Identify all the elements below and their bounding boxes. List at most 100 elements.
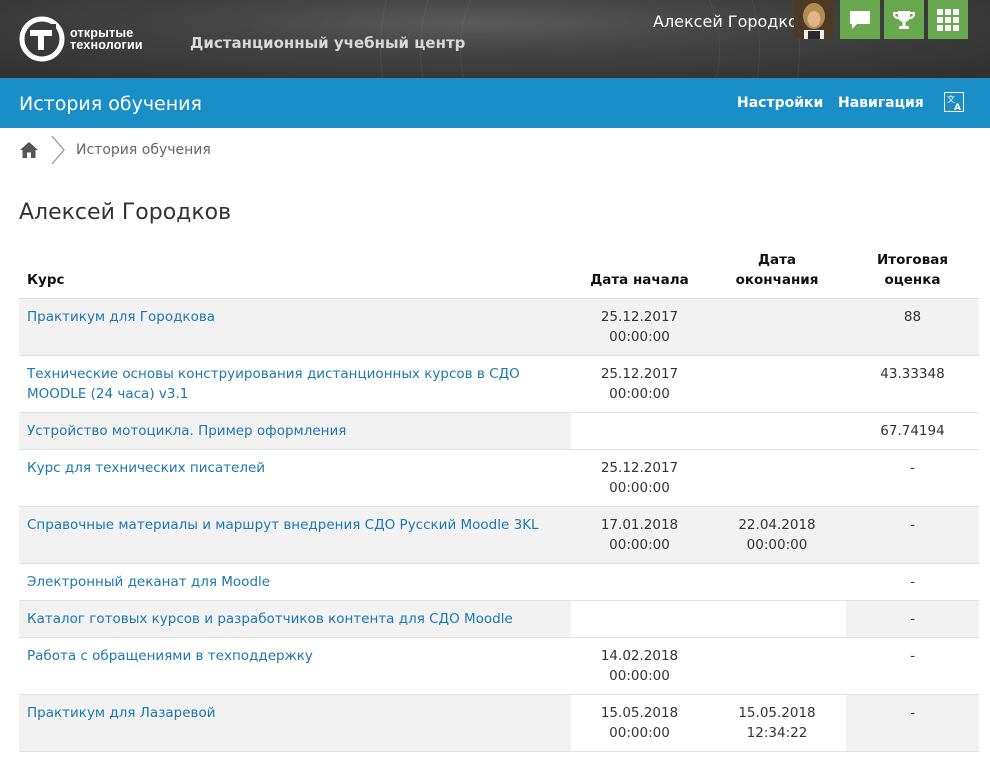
course-link[interactable]: Курс для технических писателей	[27, 460, 265, 476]
start-date-cell	[571, 563, 708, 601]
column-header-end-date[interactable]: Дата окончания	[708, 246, 846, 299]
message-icon	[850, 10, 870, 29]
apps-button[interactable]	[928, 0, 968, 39]
grade-cell: -	[846, 600, 979, 638]
start-date-cell-date: 15.05.2018	[600, 705, 679, 721]
course-cell: Практикум для Городкова	[19, 298, 571, 356]
column-header-course[interactable]: Курс	[19, 246, 571, 299]
end-date-cell-date: 22.04.2018	[738, 517, 816, 533]
start-date-cell: 25.12.2017 00:00:00	[571, 298, 708, 356]
grade-cell: -	[846, 563, 979, 601]
course-cell: Справочные материалы и маршрут внедрения…	[19, 506, 571, 564]
logo-icon	[19, 16, 65, 62]
table-row: Практикум для Городкова 25.12.2017 00:00:0…	[19, 298, 979, 356]
grade-cell: -	[846, 449, 979, 507]
start-date-cell-time: 00:00:00	[609, 668, 670, 684]
end-date-cell: 22.04.2018 00:00:00	[708, 506, 846, 564]
table-row: Работа с обращениями в техподдержку 14.02…	[19, 637, 979, 695]
svg-text:A: A	[954, 103, 961, 112]
grade-cell: -	[846, 694, 979, 752]
home-icon[interactable]	[19, 140, 39, 160]
site-logo[interactable]: открытые технологии	[18, 14, 158, 64]
start-date-cell: 15.05.2018 00:00:00	[571, 694, 708, 752]
course-cell: Работа с обращениями в техподдержку	[19, 637, 571, 695]
column-header-start-date[interactable]: Дата начала	[571, 246, 708, 299]
course-link[interactable]: Каталог готовых курсов и разработчиков к…	[27, 611, 513, 627]
breadcrumb-current: История обучения	[76, 142, 211, 158]
start-date-cell: 17.01.2018 00:00:00	[571, 506, 708, 564]
course-link[interactable]: Технические основы конструирования диста…	[27, 366, 520, 402]
table-row: Технические основы конструирования диста…	[19, 355, 979, 413]
page-heading: История обучения	[19, 93, 202, 115]
end-date-cell	[708, 449, 846, 507]
start-date-cell-time: 00:00:00	[609, 386, 670, 402]
user-fullname-heading: Алексей Городков	[19, 200, 232, 225]
course-cell: Курс для технических писателей	[19, 449, 571, 507]
table-row: Курс для технических писателей 25.12.2017…	[19, 449, 979, 507]
table-header-row: Курс Дата начала Дата окончания Итоговая…	[19, 246, 979, 299]
course-cell: Каталог готовых курсов и разработчиков к…	[19, 600, 571, 638]
table-row: Справочные материалы и маршрут внедрения…	[19, 506, 979, 564]
avatar-image	[794, 0, 834, 39]
site-header: открытые технологии Дистанционный учебны…	[0, 0, 990, 78]
grade-cell: -	[846, 506, 979, 564]
course-cell: Технические основы конструирования диста…	[19, 355, 571, 413]
course-link[interactable]: Работа с обращениями в техподдержку	[27, 648, 313, 664]
course-link[interactable]: Электронный деканат для Moodle	[27, 574, 270, 590]
grade-cell: 43.33348	[846, 355, 979, 413]
end-date-cell: 15.05.2018 12:34:22	[708, 694, 846, 752]
user-avatar[interactable]	[794, 0, 834, 39]
start-date-cell-date: 25.12.2017	[600, 460, 679, 476]
course-cell: Электронный деканат для Moodle	[19, 563, 571, 601]
table-row: Практикум для Лазаревой 15.05.2018 00:00:0…	[19, 694, 979, 752]
end-date-cell	[708, 563, 846, 601]
start-date-cell-date: 25.12.2017	[600, 366, 679, 382]
course-link[interactable]: Практикум для Лазаревой	[27, 705, 216, 721]
grade-header-line-1: Итоговая	[876, 252, 949, 268]
course-link[interactable]: Справочные материалы и маршрут внедрения…	[27, 517, 539, 533]
grade-cell: 88	[846, 298, 979, 356]
start-date-cell-date: 17.01.2018	[600, 517, 679, 533]
table-row: Устройство мотоцикла. Пример оформления 6…	[19, 412, 979, 450]
course-cell: Устройство мотоцикла. Пример оформления	[19, 412, 571, 450]
end-date-cell-time: 12:34:22	[746, 725, 808, 741]
grid-icon	[937, 8, 959, 31]
end-date-cell-time: 00:00:00	[746, 537, 808, 553]
start-date-cell-time: 00:00:00	[609, 537, 670, 553]
start-date-cell	[571, 412, 708, 450]
table-row: Каталог готовых курсов и разработчиков к…	[19, 600, 979, 638]
start-date-cell: 25.12.2017 00:00:00	[571, 449, 708, 507]
course-link[interactable]: Устройство мотоцикла. Пример оформления	[27, 423, 346, 439]
course-link[interactable]: Практикум для Городкова	[27, 309, 215, 325]
translate-icon[interactable]: 文 A	[944, 92, 964, 112]
logo-line-2: технологии	[70, 38, 143, 52]
start-date-cell-time: 00:00:00	[609, 329, 670, 345]
table-row: Электронный деканат для Moodle -	[19, 563, 979, 601]
start-date-cell	[571, 600, 708, 638]
trophy-icon	[892, 10, 916, 29]
start-date-cell: 14.02.2018 00:00:00	[571, 637, 708, 695]
user-menu-name[interactable]: Алексей Городков	[653, 12, 807, 31]
end-date-cell	[708, 600, 846, 638]
start-date-cell: 25.12.2017 00:00:00	[571, 355, 708, 413]
site-name[interactable]: Дистанционный учебный центр	[190, 34, 465, 52]
page-header-bar: История обучения Настройки Навигация 文 A	[0, 78, 990, 128]
start-date-cell-time: 00:00:00	[609, 480, 670, 496]
messages-button[interactable]	[840, 0, 880, 39]
end-date-cell	[708, 637, 846, 695]
start-date-cell-date: 25.12.2017	[600, 309, 679, 325]
achievements-button[interactable]	[884, 0, 924, 39]
grade-cell: 67.74194	[846, 412, 979, 450]
grade-header-line-2: оценка	[884, 272, 941, 288]
logo-text: открытые технологии	[70, 27, 143, 52]
course-cell: Практикум для Лазаревой	[19, 694, 571, 752]
settings-link[interactable]: Настройки	[737, 95, 823, 111]
column-header-final-grade[interactable]: Итоговая оценка	[846, 246, 979, 299]
breadcrumb: История обучения	[19, 135, 211, 165]
end-date-cell-date: 15.05.2018	[738, 705, 816, 721]
grade-cell: -	[846, 637, 979, 695]
end-date-cell	[708, 412, 846, 450]
end-date-cell	[708, 298, 846, 356]
end-date-cell	[708, 355, 846, 413]
navigation-link[interactable]: Навигация	[838, 95, 924, 111]
